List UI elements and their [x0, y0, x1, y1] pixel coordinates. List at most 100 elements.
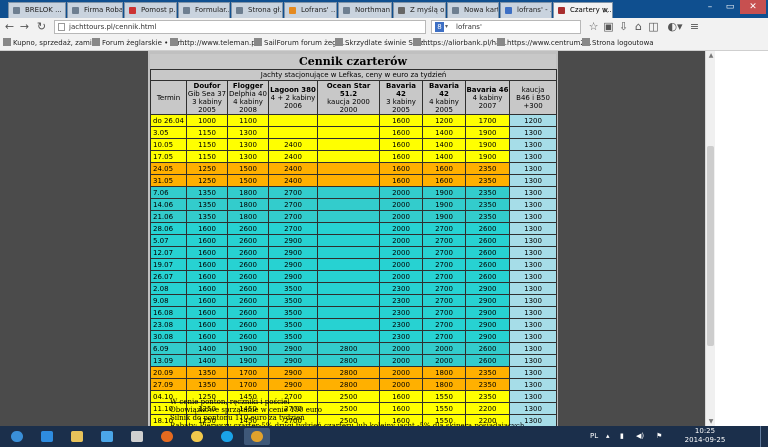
home-icon[interactable]: ⌂ [632, 20, 645, 34]
weather-icon[interactable] [184, 428, 210, 445]
price-cell: 2900 [268, 342, 318, 355]
price-cell: 1600 [186, 270, 228, 283]
bookmark-icon [92, 38, 100, 46]
price-cell: 1600 [379, 162, 423, 175]
tab-strona[interactable]: Strona gł... [231, 2, 283, 18]
tab-lofrans[interactable]: Lofrans' ... [284, 2, 337, 18]
column-header-line: 3 kabiny [192, 97, 222, 106]
ie-icon[interactable] [34, 428, 60, 445]
chrome-icon[interactable] [244, 428, 270, 445]
download-arrow-icon[interactable]: ⇩ [617, 20, 630, 34]
tab-bar: BRELOK ... Firma Robak ... Pomost p... F… [0, 0, 768, 18]
price-cell: 2000 [379, 366, 423, 379]
price-cell: 2300 [379, 306, 423, 319]
tab-label: BRELOK ... [25, 6, 62, 14]
back-icon[interactable]: ← [3, 20, 16, 34]
network-icon[interactable]: ▮ [620, 426, 624, 447]
clock[interactable]: 10:25 2014-09-25 [680, 427, 730, 445]
bookmark-item[interactable]: http://www.teleman.pl/ [170, 37, 260, 50]
price-cell: 2000 [422, 342, 466, 355]
tab-brelok[interactable]: BRELOK ... [8, 2, 66, 18]
bookmark-item[interactable]: https://aliorbank.pl/ha... [413, 37, 507, 50]
vertical-scrollbar[interactable]: ▲ ▼ [705, 51, 715, 426]
search-box[interactable]: 8 ▾ lofrans' [431, 20, 581, 34]
show-desktop-button[interactable] [760, 426, 768, 447]
bookmark-item[interactable]: https://www.centrum2... [497, 37, 591, 50]
column-header-name: Bavaria 42 [429, 81, 459, 98]
explorer-icon[interactable] [64, 428, 90, 445]
price-cell: 1600 [379, 150, 423, 163]
price-cell: 1800 [227, 210, 269, 223]
deposit-cell: 1300 [508, 258, 558, 271]
table-row: 12.07 1600 2600 2900 2000 2700 2600 1300 [150, 246, 558, 259]
price-cell: 2900 [465, 282, 510, 295]
price-cell [317, 294, 380, 307]
extension-icon[interactable]: ◫ [647, 20, 660, 34]
price-cell: 2000 [379, 234, 423, 247]
address-bar[interactable]: jachttours.pl/cennik.html [54, 20, 426, 34]
tab-lofrans-search[interactable]: lofrans' - ... [500, 2, 552, 18]
price-cell: 2600 [227, 222, 269, 235]
table-row: 10.05 1150 1300 2400 1600 1400 1900 1300 [150, 138, 558, 151]
flag-icon[interactable]: ⚑ [656, 426, 662, 447]
tab-firma-robak[interactable]: Firma Robak ... [67, 2, 123, 18]
note-line: W cenie ponton, ręczniki i pościel [170, 398, 290, 406]
bookmark-item[interactable]: Strona logoutowa [582, 37, 654, 50]
volume-icon[interactable]: ◀) [636, 426, 644, 447]
price-cell: 2000 [422, 354, 466, 367]
price-cell: 3500 [268, 318, 318, 331]
bookmark-item[interactable]: Kupno, sprzedaż, zami... [3, 37, 99, 50]
navigation-toolbar: ← → ↻ jachttours.pl/cennik.html 8 ▾ lofr… [0, 18, 768, 37]
taskbar: PL ▴ ▮ ◀) ⚑ 10:25 2014-09-25 [0, 426, 768, 447]
maximize-icon[interactable]: ▭ [720, 0, 740, 14]
downloads-icon[interactable]: ▣ [602, 20, 615, 34]
media-icon[interactable] [94, 428, 120, 445]
date-cell: 2.08 [150, 282, 187, 295]
bookmark-star-icon[interactable]: ☆ [587, 20, 600, 34]
tab-z-mysla[interactable]: Z myślą o... [393, 2, 446, 18]
column-header-line: 4 + 2 kabiny [270, 93, 316, 102]
start-icon[interactable] [4, 428, 30, 445]
close-window-icon[interactable]: ✕ [740, 0, 766, 14]
price-cell: 1150 [186, 138, 228, 151]
price-cell [317, 114, 380, 127]
minimize-icon[interactable]: – [700, 0, 720, 14]
deposit-cell: 1300 [508, 342, 558, 355]
price-cell: 1350 [186, 378, 228, 391]
search-engine-dropdown-icon[interactable]: ▾ [445, 21, 448, 33]
tab-czartery-active[interactable]: Czartery w... × [553, 2, 613, 18]
bookmark-icon [254, 38, 262, 46]
table-row: 31.05 1250 1500 2400 1600 1600 2350 1300 [150, 174, 558, 187]
column-header-line: 2000 [339, 105, 358, 114]
scroll-thumb[interactable] [707, 146, 714, 346]
price-cell [317, 186, 380, 199]
price-cell: 2350 [465, 198, 510, 211]
paint-icon[interactable] [124, 428, 150, 445]
firefox-icon[interactable] [154, 428, 180, 445]
price-cell: 2400 [268, 150, 318, 163]
reload-icon[interactable]: ↻ [35, 20, 48, 34]
sync-icon[interactable]: ◐▾ [665, 20, 685, 34]
deposit-cell: 1300 [508, 138, 558, 151]
forward-icon[interactable]: → [18, 20, 31, 34]
tab-northman[interactable]: Northman - S... [338, 2, 392, 18]
price-cell [317, 222, 380, 235]
price-cell: 2600 [227, 306, 269, 319]
price-cell: 1300 [227, 150, 269, 163]
price-cell: 2350 [465, 366, 510, 379]
language-indicator[interactable]: PL [590, 426, 598, 447]
menu-icon[interactable]: ≡ [688, 20, 701, 34]
date-cell: 14.06 [150, 198, 187, 211]
close-tab-icon[interactable]: × [602, 3, 609, 18]
tab-label: Z myślą o... [410, 6, 446, 14]
skype-icon[interactable] [214, 428, 240, 445]
column-header-line: B46 i B50 +300 [516, 93, 550, 110]
tab-nowa-karta[interactable]: Nowa karta [447, 2, 499, 18]
tab-pomost[interactable]: Pomost p... [124, 2, 177, 18]
price-cell: 2700 [268, 210, 318, 223]
price-cell: 1600 [186, 282, 228, 295]
price-cell [317, 174, 380, 187]
tray-arrow-icon[interactable]: ▴ [606, 426, 610, 447]
tab-formular[interactable]: Formular... [178, 2, 230, 18]
price-cell: 1900 [422, 198, 466, 211]
